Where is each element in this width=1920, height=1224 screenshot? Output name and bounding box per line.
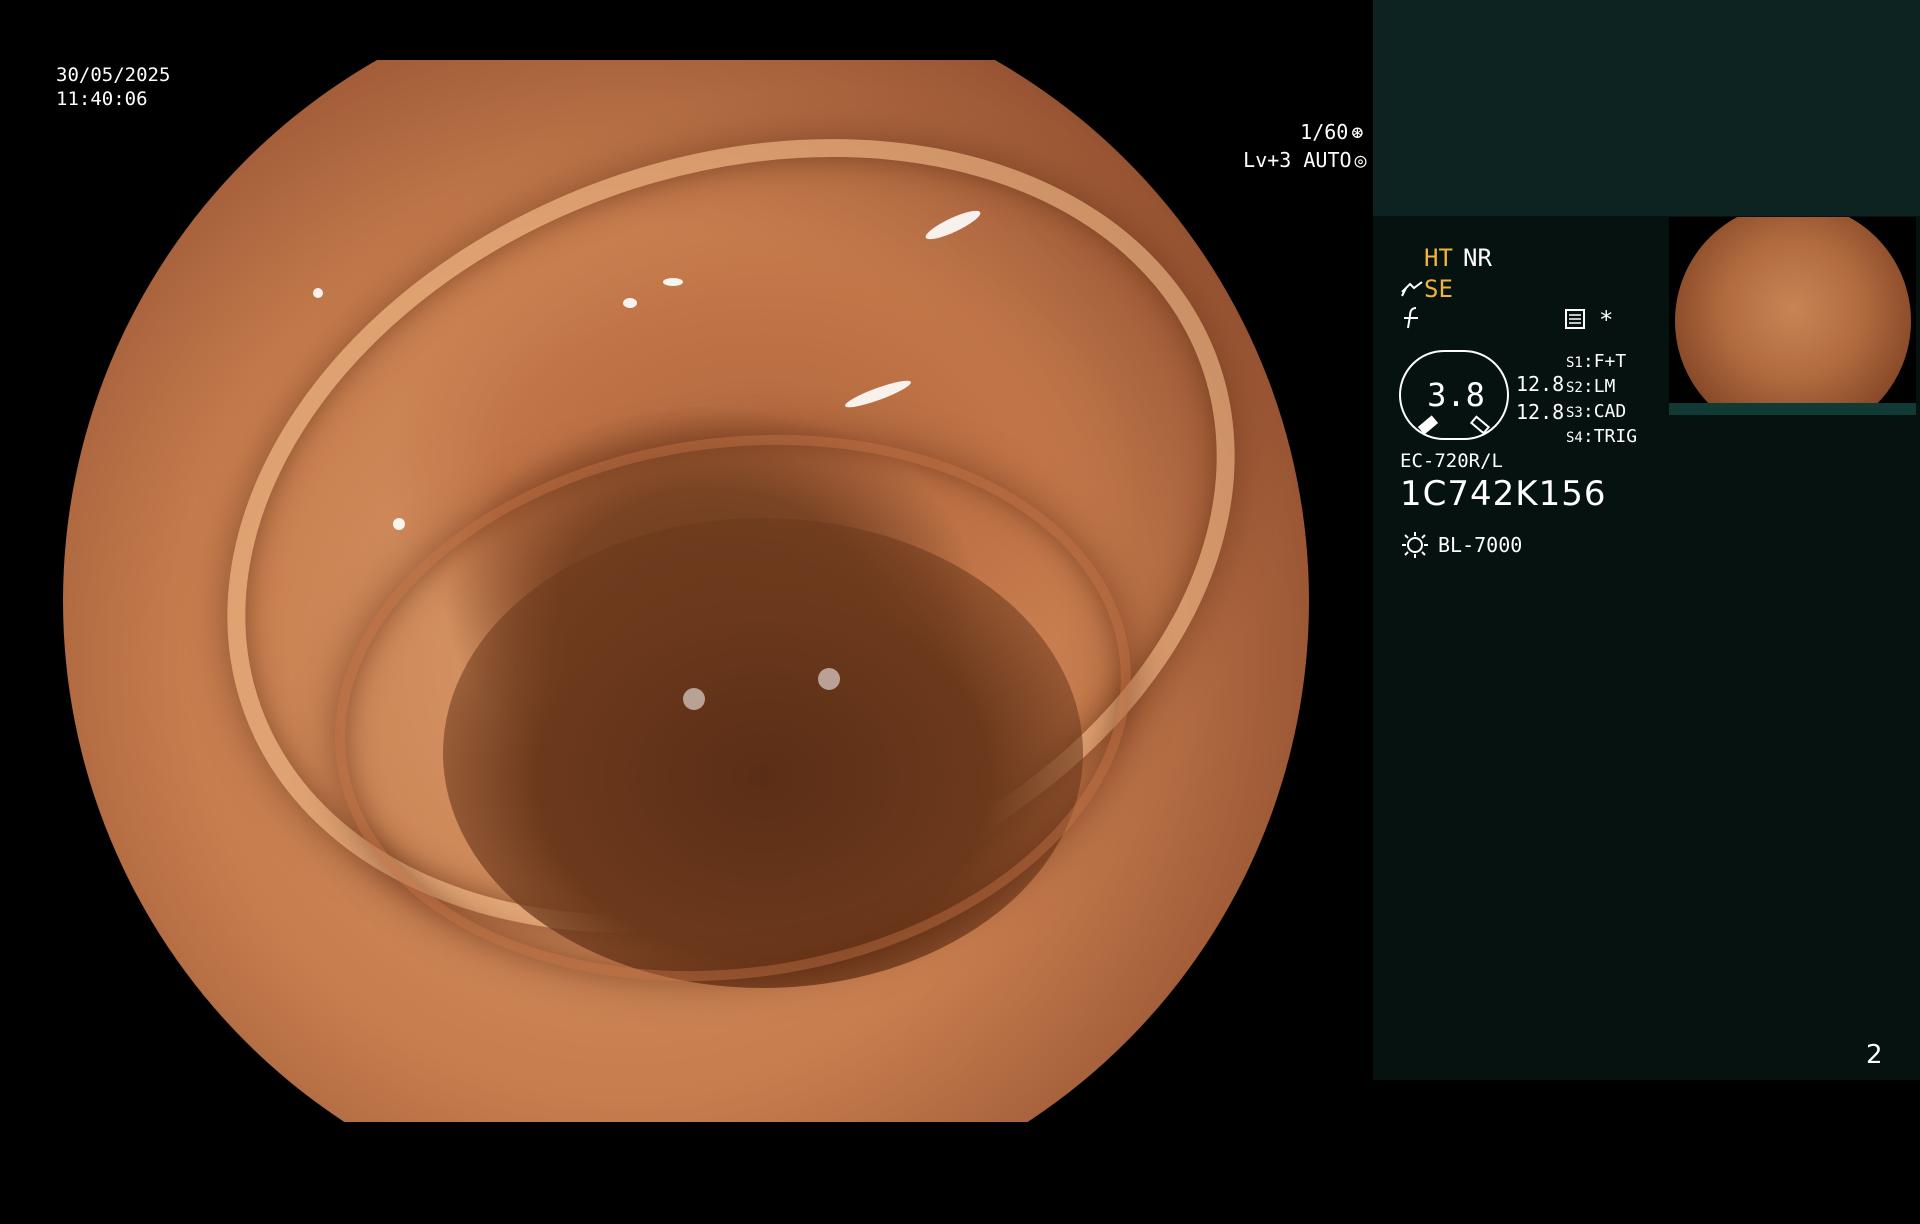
endoscopic-image: [63, 60, 1309, 1122]
time-readout: 11:40:06: [56, 88, 148, 110]
brightness-level: Lv+3 AUTO: [1243, 148, 1352, 172]
se-indicator: SE: [1424, 275, 1453, 303]
dial-marker-filled: [1417, 415, 1439, 435]
auto-iris-icon: ◎: [1354, 148, 1367, 172]
switch-1-label: S1: [1566, 355, 1583, 371]
specular-highlight: [818, 668, 840, 690]
light-source-icon: [1402, 532, 1428, 558]
specular-highlight: [683, 688, 705, 710]
value-readout-2: 12.8: [1516, 400, 1565, 424]
switch-1-value: F+T: [1593, 351, 1627, 372]
brightness-readout: Lv+3 AUTO ◎: [1195, 126, 1370, 195]
ht-indicator: HT: [1424, 244, 1453, 272]
switch-4: S4:TRIG: [1566, 426, 1638, 447]
dial-marker-outline: [1469, 415, 1491, 435]
zoom-value: 3.8: [1427, 376, 1485, 414]
freeze-icon: [1404, 307, 1418, 329]
nr-indicator: NR: [1463, 244, 1492, 272]
page-number: 2: [1866, 1040, 1883, 1070]
value-readout-1: 12.8: [1516, 372, 1565, 396]
date-readout: 30/05/2025: [56, 64, 171, 86]
endoscope-video-area: 30/05/2025 11:40:06 1/60 ⊛ Lv+3 AUTO ◎: [0, 0, 1373, 1122]
switch-4-value: TRIG: [1593, 426, 1638, 447]
captured-image-thumbnail[interactable]: [1669, 217, 1916, 403]
specular-highlight: [393, 518, 405, 530]
asterisk-indicator: *: [1599, 306, 1614, 334]
side-panel-header-band: [1373, 0, 1920, 216]
specular-highlight: [313, 288, 323, 298]
scope-model: EC-720R/L: [1400, 450, 1503, 472]
scope-serial-number: 1C742K156: [1400, 474, 1607, 514]
zoom-dial: 3.8: [1399, 350, 1509, 440]
thumbnail-caption-bar: [1669, 403, 1916, 415]
switch-3-value: CAD: [1593, 401, 1627, 422]
switch-2-label: S2: [1566, 380, 1583, 396]
thumbnail-image: [1675, 217, 1911, 403]
specular-highlight: [663, 278, 683, 286]
light-source-model: BL-7000: [1438, 533, 1523, 557]
switch-2-value: LM: [1593, 376, 1616, 397]
specular-highlight: [623, 298, 637, 308]
switch-3-label: S3: [1566, 405, 1583, 421]
record-settings-icon: [1565, 309, 1585, 329]
switch-4-label: S4: [1566, 430, 1583, 446]
structure-enhance-icon: [1401, 281, 1423, 297]
